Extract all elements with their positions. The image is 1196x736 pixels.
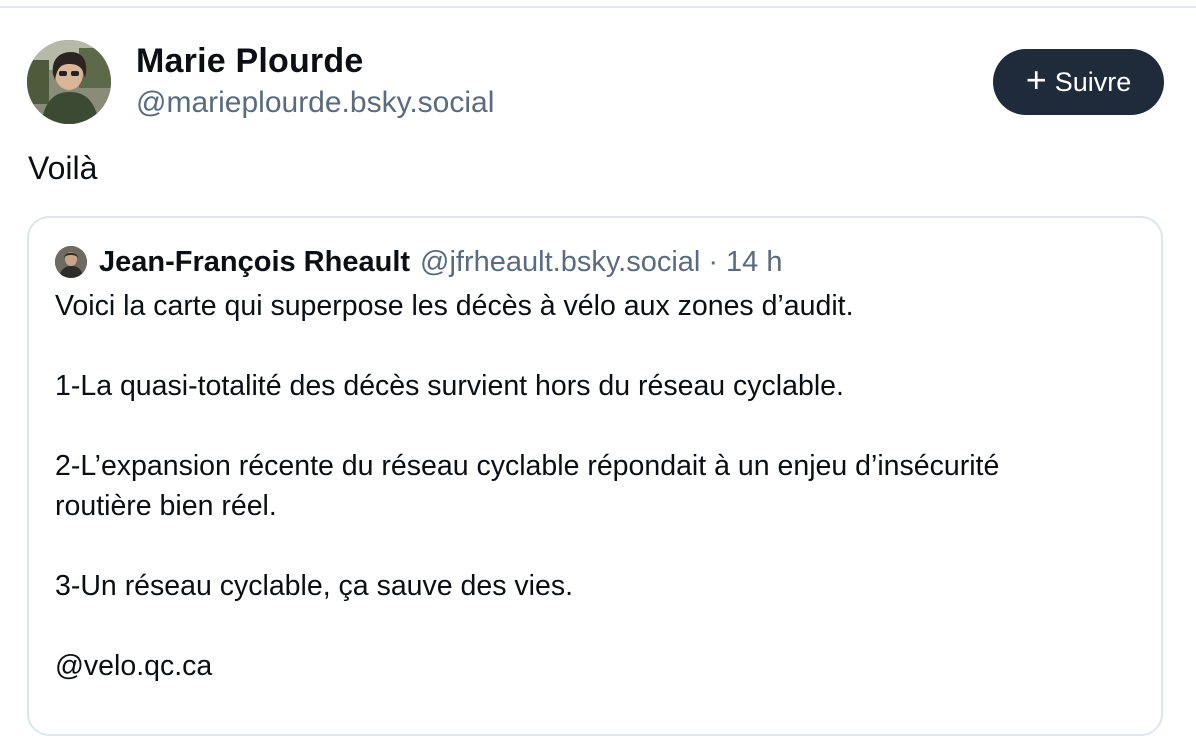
author-avatar[interactable] [27,40,111,124]
quote-line: Voici la carte qui superpose les décès à… [55,290,854,322]
plus-icon: + [1025,59,1047,100]
quoted-author-handle[interactable]: @jfrheault.bsky.social [420,246,700,279]
mention-link[interactable]: @velo.qc.ca [55,646,1135,686]
quote-line [55,606,1135,646]
quote-line: routière bien réel. [55,490,277,522]
author-name[interactable]: Marie Plourde [136,42,363,81]
quoted-author-avatar-image [55,246,87,278]
quote-line [55,526,1135,566]
quote-line [55,406,1135,446]
quote-line [55,326,1135,366]
author-avatar-image [27,40,111,124]
top-divider [0,6,1196,8]
quoted-author-name[interactable]: Jean-François Rheault [99,246,410,279]
quoted-post-card[interactable]: Jean-François Rheault @jfrheault.bsky.so… [27,216,1163,736]
quote-line: 1-La quasi-totalité des décès survient h… [55,370,844,402]
header-separator: · [708,245,719,278]
follow-button[interactable]: + Suivre [993,49,1164,115]
follow-button-label: Suivre [1054,66,1132,97]
quoted-post-body: Voici la carte qui superpose les décès à… [55,286,1135,686]
post-text: Voilà [28,150,98,186]
author-handle[interactable]: @marieplourde.bsky.social [136,86,494,120]
quoted-author-avatar[interactable] [55,246,87,278]
quoted-post-time[interactable]: 14 h [726,246,782,279]
quote-line: 3-Un réseau cyclable, ça sauve des vies. [55,570,574,602]
quoted-post-header: Jean-François Rheault @jfrheault.bsky.so… [55,242,783,282]
quote-line: 2-L’expansion récente du réseau cyclable… [55,450,1000,482]
